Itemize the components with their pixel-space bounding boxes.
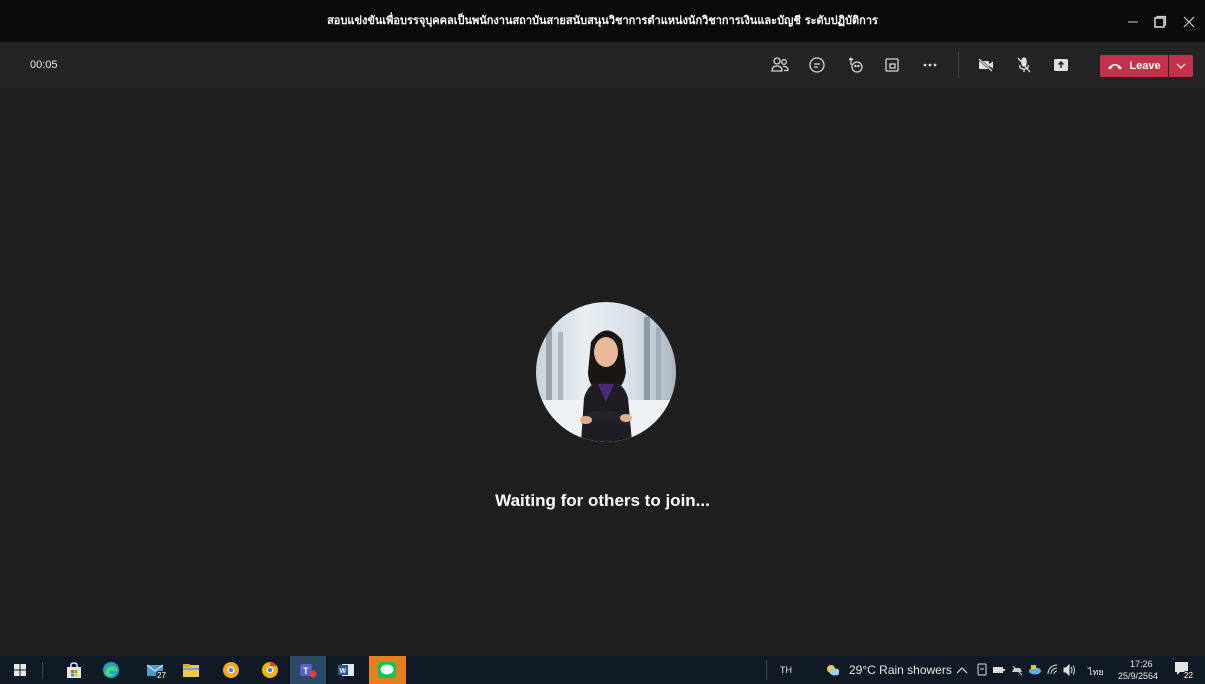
chevron-down-icon bbox=[1176, 63, 1186, 69]
mic-off-icon[interactable] bbox=[1015, 56, 1033, 74]
phone-hangup-icon bbox=[1107, 61, 1123, 71]
clock-time[interactable]: 17:26 bbox=[1130, 659, 1153, 669]
participant-avatar bbox=[536, 302, 676, 442]
chevron-up-icon[interactable] bbox=[955, 663, 969, 677]
line-icon[interactable] bbox=[377, 660, 397, 680]
wifi-icon[interactable] bbox=[1046, 663, 1060, 677]
device-icon[interactable] bbox=[975, 663, 989, 677]
mail-icon[interactable]: 27 bbox=[146, 660, 167, 680]
edge-icon[interactable] bbox=[101, 660, 121, 680]
leave-options-button[interactable] bbox=[1169, 55, 1193, 77]
meeting-toolbar: 00:05 Leave bbox=[0, 42, 1205, 88]
chrome-canary-icon[interactable] bbox=[221, 660, 241, 680]
input-language[interactable]: TH bbox=[780, 665, 792, 675]
meeting-stage: Waiting for others to join... bbox=[0, 88, 1205, 656]
close-icon[interactable] bbox=[1179, 12, 1199, 32]
camera-off-icon[interactable] bbox=[977, 56, 995, 74]
svg-text:T: T bbox=[303, 666, 309, 676]
windows-taskbar: 27 T W TH 29°C Rain showers ไทย 17:26 25… bbox=[0, 656, 1205, 684]
chat-icon[interactable] bbox=[808, 56, 826, 74]
more-icon[interactable] bbox=[921, 56, 939, 74]
share-icon[interactable] bbox=[1052, 56, 1070, 74]
word-icon[interactable]: W bbox=[336, 660, 356, 680]
clock-date[interactable]: 25/9/2564 bbox=[1118, 671, 1158, 681]
tray-divider bbox=[766, 660, 767, 680]
mail-badge: 27 bbox=[156, 671, 167, 680]
waiting-status: Waiting for others to join... bbox=[495, 491, 710, 510]
people-icon[interactable] bbox=[771, 56, 789, 74]
weather-icon[interactable] bbox=[825, 663, 839, 677]
window-title: สอบแข่งขันเพื่อบรรจุบุคคลเป็นพนักงานสถาบ… bbox=[327, 14, 878, 27]
rooms-icon[interactable] bbox=[883, 56, 901, 74]
sync-icon[interactable] bbox=[1010, 663, 1024, 677]
leave-button[interactable]: Leave bbox=[1100, 55, 1168, 77]
teams-icon[interactable]: T bbox=[298, 660, 318, 680]
title-bar: สอบแข่งขันเพื่อบรรจุบุคคลเป็นพนักงานสถาบ… bbox=[0, 0, 1205, 42]
keyboard-language[interactable]: ไทย bbox=[1088, 665, 1104, 679]
minimize-icon[interactable] bbox=[1123, 12, 1143, 32]
onedrive-icon[interactable] bbox=[1028, 663, 1042, 677]
restore-icon[interactable] bbox=[1150, 12, 1170, 32]
leave-label: Leave bbox=[1129, 60, 1161, 72]
call-timer: 00:05 bbox=[30, 59, 58, 71]
svg-text:W: W bbox=[340, 668, 347, 675]
windows-start-icon[interactable] bbox=[10, 660, 30, 680]
weather-text[interactable]: 29°C Rain showers bbox=[849, 656, 952, 684]
taskbar-divider bbox=[42, 662, 43, 678]
notification-badge: 22 bbox=[1183, 671, 1194, 680]
store-icon[interactable] bbox=[64, 660, 84, 680]
file-explorer-icon[interactable] bbox=[181, 660, 201, 680]
chrome-icon[interactable] bbox=[260, 660, 280, 680]
volume-icon[interactable] bbox=[1063, 663, 1077, 677]
toolbar-divider bbox=[958, 52, 959, 78]
battery-icon[interactable] bbox=[992, 663, 1006, 677]
reactions-icon[interactable] bbox=[846, 56, 864, 74]
